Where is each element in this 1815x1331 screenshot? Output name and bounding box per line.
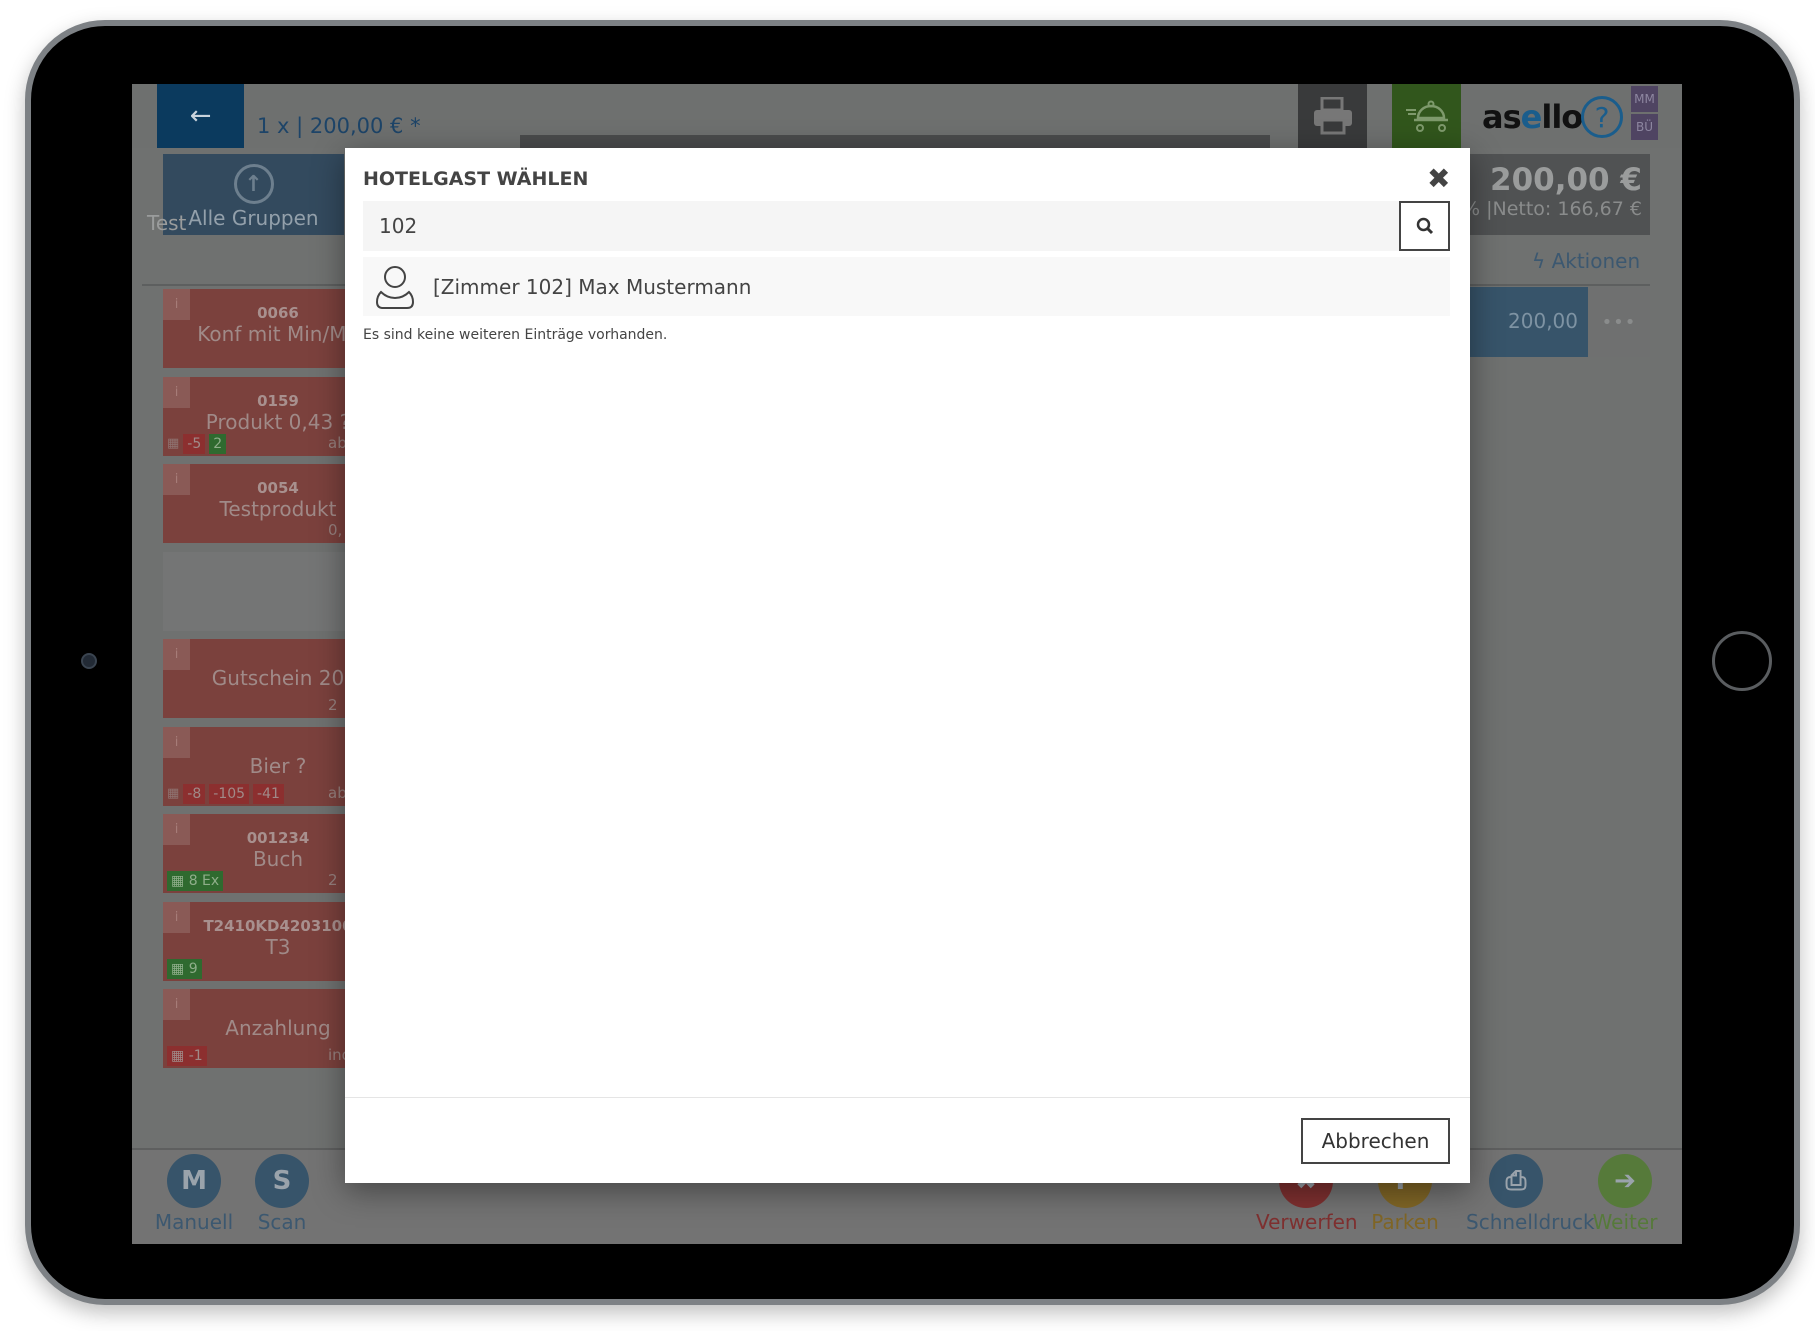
product-price: 0,	[328, 521, 343, 539]
more-options-button[interactable]: •••	[1588, 287, 1650, 357]
all-groups-label: Alle Gruppen	[188, 206, 319, 230]
bottom-button-label: Verwerfen	[1256, 1210, 1358, 1234]
all-groups-button[interactable]: ↑ Alle Gruppen	[163, 154, 344, 235]
scan-icon: S	[255, 1154, 309, 1208]
stock-badge: -41	[253, 783, 284, 804]
back-button[interactable]: ←	[157, 84, 244, 148]
home-button[interactable]	[1712, 631, 1772, 691]
product-price: ab	[328, 783, 347, 802]
stock-badge-value: -105	[213, 785, 246, 802]
warehouse-icon: ▦	[171, 960, 189, 977]
camera	[81, 653, 97, 669]
room-service-icon	[1405, 100, 1448, 132]
bottom-button-manuell[interactable]: M Manuell	[144, 1154, 244, 1234]
user-icon	[375, 265, 415, 309]
stock-badges: ▦ -8 -105 -41	[167, 783, 284, 804]
product-price: 2	[328, 871, 338, 889]
bottom-button-label: Parken	[1371, 1210, 1439, 1234]
search-button[interactable]	[1399, 201, 1450, 251]
warehouse-icon: ▦	[171, 873, 189, 889]
cancel-button[interactable]: Abbrechen	[1301, 1118, 1450, 1164]
stock-badges: ▦ 8 Ex	[167, 871, 224, 891]
bottom-button-label: Weiter	[1592, 1210, 1658, 1234]
schnelldruck-icon: ⎙	[1489, 1154, 1543, 1208]
stock-badge-value: -8	[187, 785, 202, 802]
print-button[interactable]	[1298, 84, 1367, 148]
product-price: ab	[328, 433, 347, 452]
stock-badge: -105	[209, 783, 250, 804]
bottom-button-label: Scan	[257, 1210, 307, 1234]
user-initials-bottom[interactable]: BÜ	[1631, 114, 1658, 140]
actions-label: Aktionen	[1551, 249, 1641, 273]
stock-badge-value: -1	[188, 1048, 203, 1064]
guest-result-label: [Zimmer 102] Max Mustermann	[433, 274, 752, 299]
stock-badge: ▦ -1	[167, 1046, 207, 1066]
cart-summary: 1 x | 200,00 € *	[257, 114, 421, 138]
manuell-icon: M	[167, 1154, 221, 1208]
footer-divider	[345, 1097, 1470, 1098]
search-bar-background	[520, 135, 1270, 148]
hotel-guest-dialog: HOTELGAST WÄHLEN ✖ [Zimmer 102] Max Must…	[345, 148, 1470, 1183]
bottom-button-scan[interactable]: S Scan	[232, 1154, 332, 1234]
warehouse-icon: ▦	[167, 435, 180, 451]
bottom-button-schnelldruck[interactable]: ⎙ Schnelldruck	[1466, 1154, 1595, 1234]
stock-badge-value: 2	[213, 435, 223, 452]
warehouse-icon: ▦	[171, 1048, 189, 1064]
user-initials-top[interactable]: MM	[1631, 86, 1658, 112]
stock-badge: 2	[209, 433, 227, 454]
room-service-button[interactable]	[1392, 84, 1461, 148]
bottom-button-weiter[interactable]: ➔ Weiter	[1575, 1154, 1675, 1234]
search-icon	[1416, 217, 1433, 235]
stock-badge: -8	[183, 783, 206, 804]
close-icon[interactable]: ✖	[1427, 162, 1450, 195]
stock-badge-value: -41	[257, 785, 280, 802]
bottom-button-label: Manuell	[154, 1210, 234, 1234]
printer-icon	[1313, 97, 1352, 135]
bottom-button-label: Schnelldruck	[1466, 1210, 1595, 1234]
stock-badge: ▦ 9	[167, 958, 202, 979]
guest-result-item[interactable]: [Zimmer 102] Max Mustermann	[363, 257, 1450, 316]
arrow-up-circle-icon: ↑	[233, 164, 274, 204]
lightning-icon: ϟ	[1532, 249, 1552, 273]
stock-badge-value: 8 Ex	[188, 873, 220, 889]
search-input[interactable]	[363, 201, 1399, 251]
actions-button[interactable]: ϟ Aktionen	[1532, 249, 1640, 273]
dialog-title: HOTELGAST WÄHLEN	[363, 168, 589, 190]
stock-badge-value: -5	[187, 435, 202, 452]
group-name: Test	[147, 211, 187, 235]
product-price: 2	[328, 696, 338, 714]
stock-badge-value: 9	[188, 960, 198, 977]
stock-badges: ▦ -5 2	[167, 433, 227, 454]
stock-badge: -5	[183, 433, 206, 454]
weiter-icon: ➔	[1598, 1154, 1652, 1208]
help-button[interactable]: ?	[1581, 96, 1623, 138]
stock-badges: ▦ -1	[167, 1046, 207, 1066]
arrow-left-icon: ←	[189, 101, 212, 131]
warehouse-icon: ▦	[167, 785, 180, 801]
question-circle-icon: ?	[1594, 100, 1610, 134]
stock-badge: ▦ 8 Ex	[167, 871, 224, 891]
asello-logo: asello	[1482, 98, 1583, 136]
no-more-entries-text: Es sind keine weiteren Einträge vorhande…	[363, 327, 668, 343]
stock-badges: ▦ 9	[167, 958, 202, 979]
